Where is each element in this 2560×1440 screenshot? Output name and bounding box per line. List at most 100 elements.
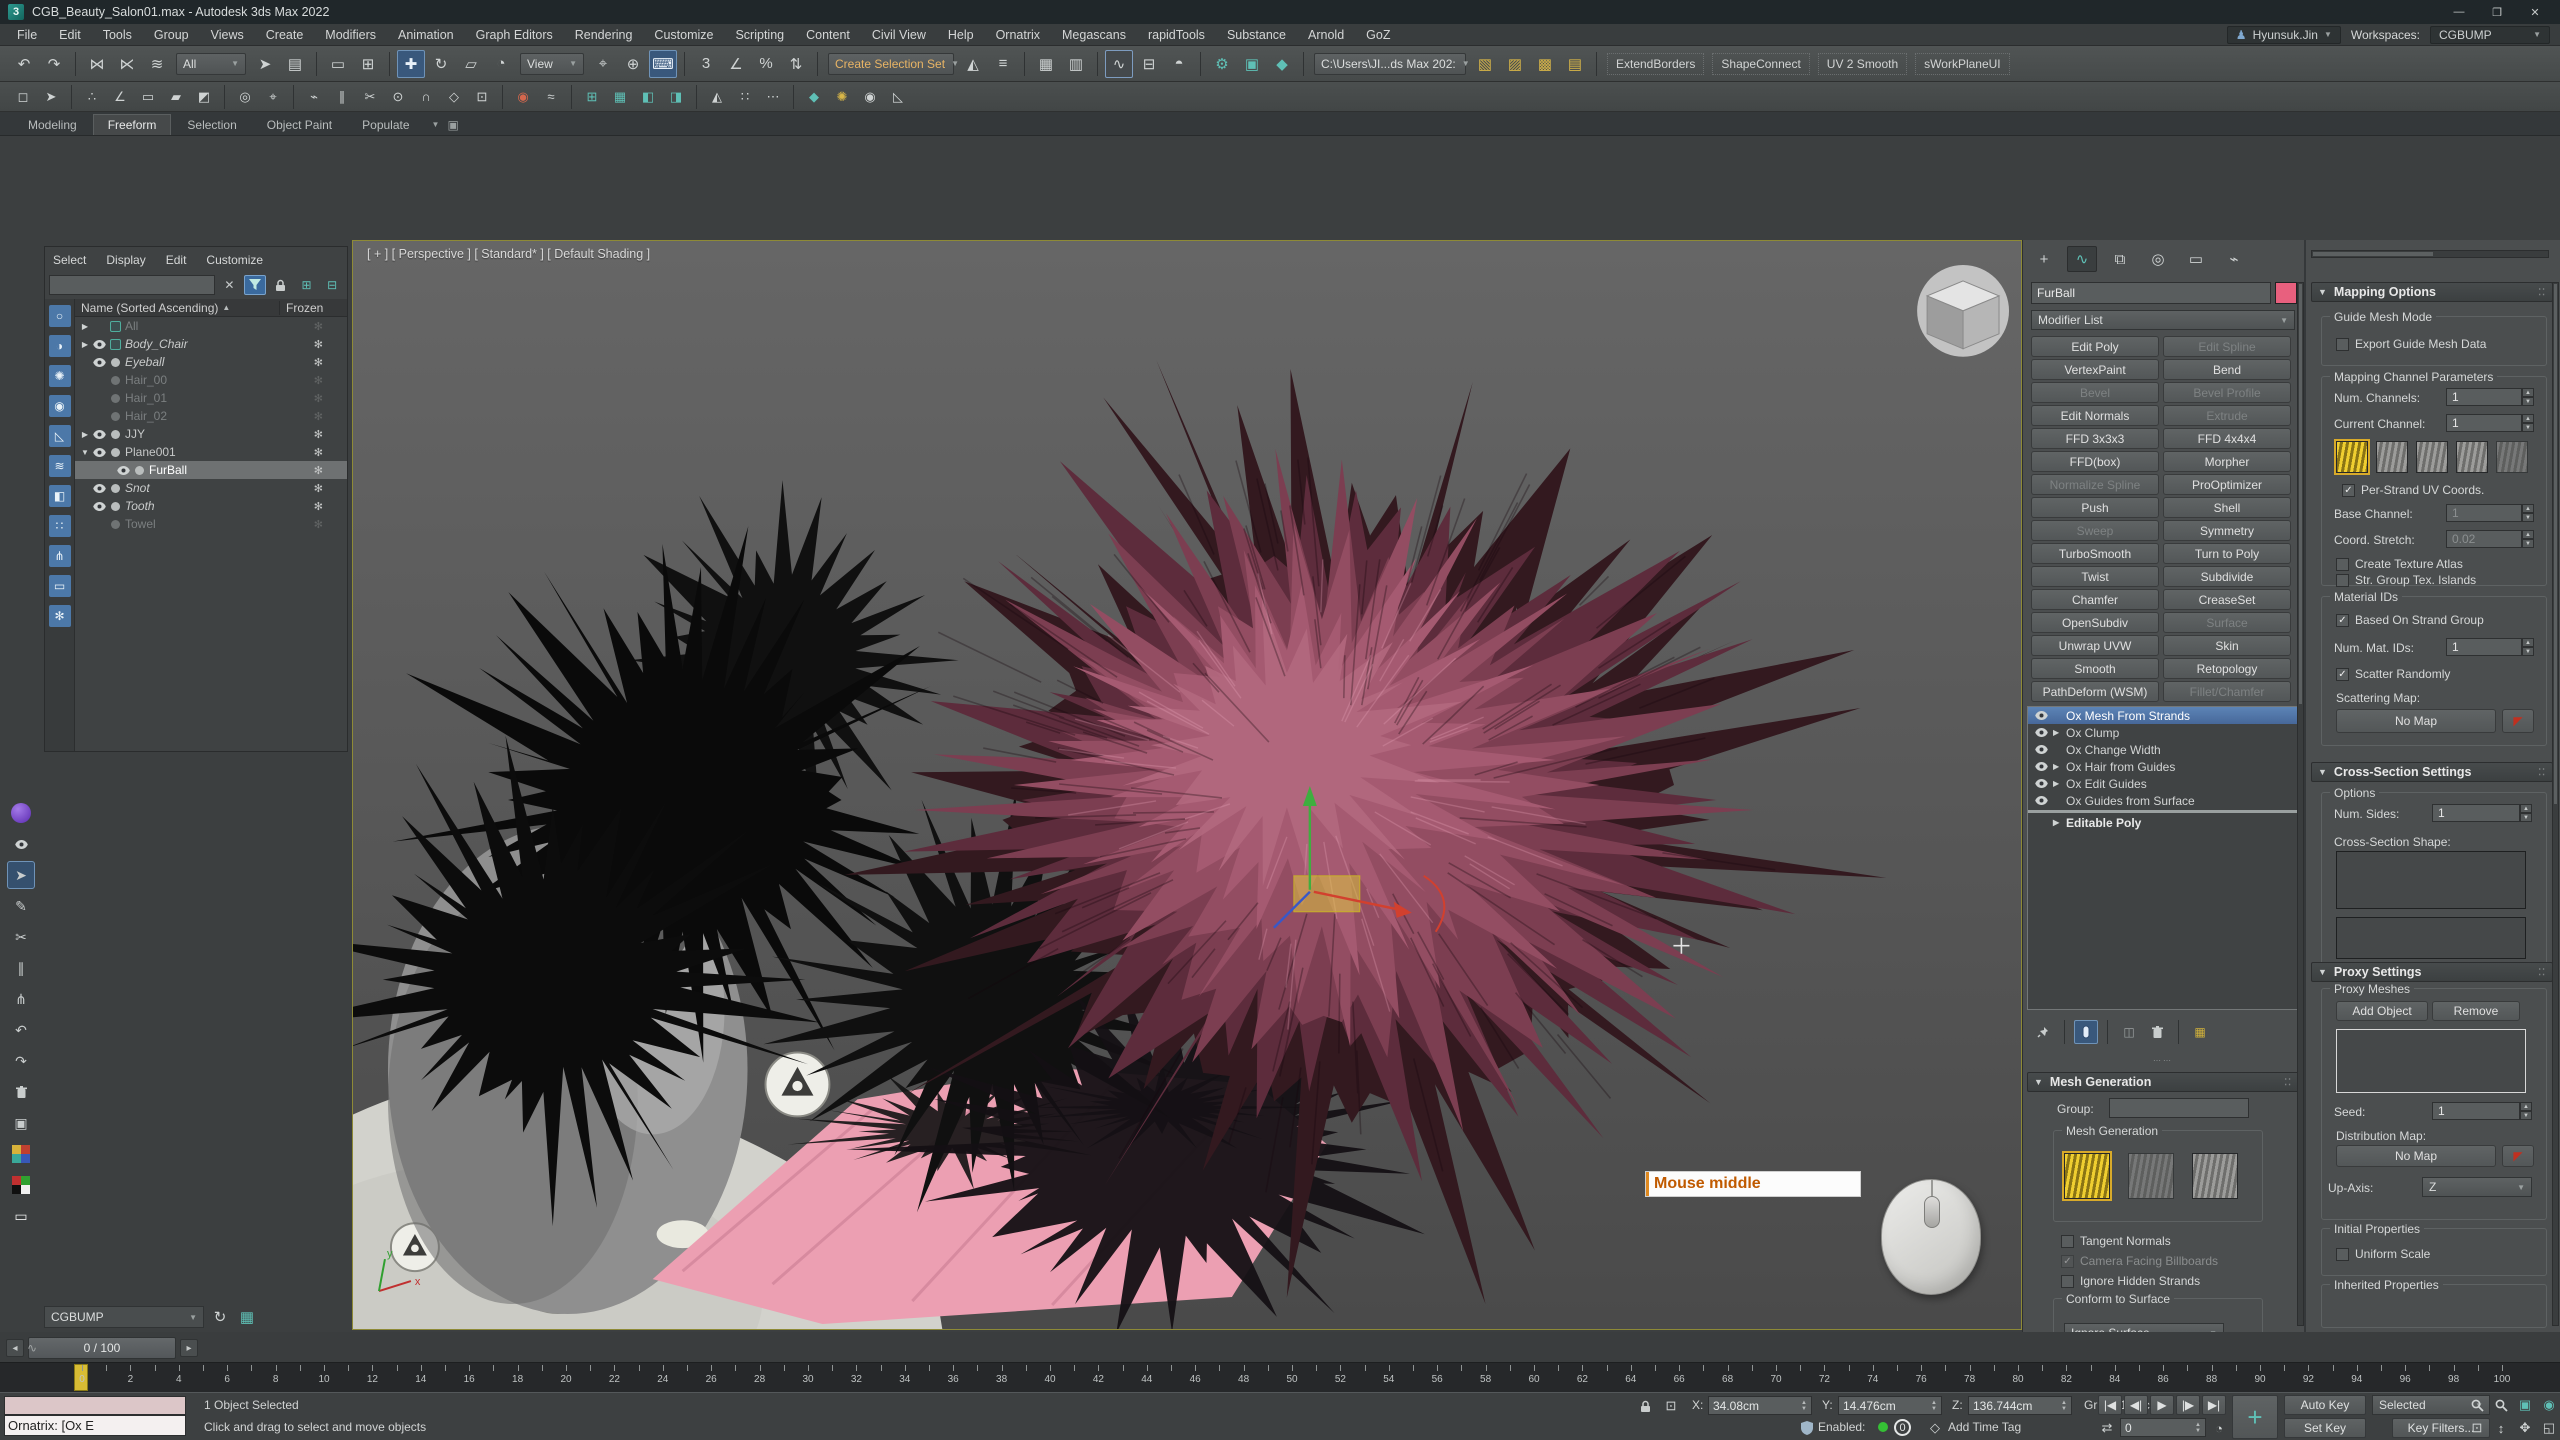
- menu-ornatrix[interactable]: Ornatrix: [985, 24, 1051, 46]
- redo-icon[interactable]: ↷: [40, 50, 68, 78]
- layer-refresh-icon[interactable]: ↻: [208, 1306, 232, 1328]
- base-channel-spinner[interactable]: 1▲▼: [2446, 504, 2534, 522]
- frozen-toggle-icon[interactable]: ✻: [314, 500, 323, 513]
- modifier-stack[interactable]: Ox Mesh From Strands▶Ox ClumpOx Change W…: [2027, 706, 2299, 1010]
- stack-eye-icon[interactable]: [2032, 711, 2050, 720]
- object-name[interactable]: Hair_01: [123, 391, 167, 405]
- copy-strip-icon[interactable]: ▣: [7, 1109, 35, 1137]
- zoom-extents-all-icon[interactable]: ◉: [2538, 1395, 2560, 1415]
- explorer-row-all[interactable]: ▶All✻: [75, 317, 347, 335]
- select-strands-cursor-icon[interactable]: ➤: [7, 861, 35, 889]
- zoom-icon[interactable]: [2466, 1395, 2488, 1415]
- mesh-type-thumbnail-1[interactable]: [2064, 1153, 2110, 1199]
- mirror-tool-icon[interactable]: ◭: [704, 85, 730, 109]
- frozen-column-header[interactable]: Frozen: [279, 301, 341, 315]
- object-name[interactable]: Body_Chair: [123, 337, 188, 351]
- stack-item-ox-mesh-from-strands[interactable]: Ox Mesh From Strands: [2028, 707, 2298, 724]
- go-to-end-button[interactable]: ▶|: [2202, 1395, 2226, 1415]
- auto-key-button[interactable]: Auto Key: [2284, 1395, 2366, 1415]
- modifier-button-subdivide[interactable]: Subdivide: [2163, 566, 2291, 587]
- rendered-frame-window-icon[interactable]: ▣: [1238, 50, 1266, 78]
- workspace-dropdown[interactable]: CGBUMP ▼: [2430, 26, 2550, 44]
- display-tab-icon[interactable]: ▭: [2181, 246, 2211, 272]
- select-and-rotate-icon[interactable]: ↻: [427, 50, 455, 78]
- object-name[interactable]: FurBall: [147, 463, 187, 477]
- maxscript-mini-listener[interactable]: Ornatrix: [Ox E: [4, 1415, 186, 1436]
- frozen-toggle-icon[interactable]: ✻: [314, 428, 323, 441]
- x-coordinate-field[interactable]: 34.08cm▲▼: [1708, 1396, 1812, 1415]
- group-name-field[interactable]: [2109, 1098, 2249, 1118]
- visibility-eye-icon[interactable]: [91, 340, 107, 349]
- utilities-tab-icon[interactable]: ⌁: [2219, 246, 2249, 272]
- filter-lights-icon[interactable]: ✺: [49, 365, 71, 387]
- mesh-type-thumbnail-2[interactable]: [2128, 1153, 2174, 1199]
- save-folder-icon[interactable]: ▩: [1531, 50, 1559, 78]
- tab-populate[interactable]: Populate: [348, 114, 423, 135]
- spinner-arrows[interactable]: ▲▼: [2520, 1102, 2532, 1120]
- object-name[interactable]: Tooth: [123, 499, 155, 513]
- visibility-eye-icon[interactable]: [91, 484, 107, 493]
- next-frame-button[interactable]: ▸: [180, 1339, 198, 1357]
- viewport-3d-scene[interactable]: CGBUMPCGBUMPxy: [353, 241, 2021, 1329]
- guides-tool-icon[interactable]: ⋔: [7, 985, 35, 1013]
- schematic-view-icon[interactable]: ⊟: [1135, 50, 1163, 78]
- create-tab-icon[interactable]: +: [2029, 246, 2059, 272]
- collapse-all-icon[interactable]: ⊟: [321, 275, 343, 295]
- hierarchy-tab-icon[interactable]: ⧉: [2105, 246, 2135, 272]
- filter-geometry-icon[interactable]: ◑: [49, 335, 71, 357]
- panel-splitter[interactable]: ⋯⋯: [2023, 1056, 2303, 1068]
- timeline-ruler[interactable]: ∿ 02468101214161820222426283032343638404…: [0, 1362, 2560, 1392]
- mesh-type-thumbnail-3[interactable]: [2192, 1153, 2238, 1199]
- macro-recorder-field[interactable]: [4, 1396, 186, 1415]
- modifier-button-edit-poly[interactable]: Edit Poly: [2031, 336, 2159, 357]
- visibility-eye-icon[interactable]: [91, 358, 107, 367]
- modifier-button-skin[interactable]: Skin: [2163, 635, 2291, 656]
- new-key-button[interactable]: +: [2232, 1395, 2278, 1439]
- modifier-button-prooptimizer[interactable]: ProOptimizer: [2163, 474, 2291, 495]
- curve-editor-icon[interactable]: ∿: [1105, 50, 1133, 78]
- chevron-down-icon[interactable]: ▼: [432, 120, 440, 129]
- unlink-selection-icon[interactable]: ⋉: [113, 50, 141, 78]
- paint-soft-selection-icon[interactable]: ◉: [510, 85, 536, 109]
- rollout-mapping-options[interactable]: ▼Mapping Options⁚⁚: [2311, 282, 2553, 302]
- expand-arrow-icon[interactable]: ▶: [79, 340, 91, 349]
- layer-grid-icon[interactable]: ▦: [235, 1306, 259, 1328]
- checkbox-camera-facing-billboards[interactable]: ✓Camera Facing Billboards: [2061, 1254, 2218, 1268]
- relax-tool-icon[interactable]: ≈: [538, 85, 564, 109]
- object-name[interactable]: JJY: [123, 427, 145, 441]
- menu-megascans[interactable]: Megascans: [1051, 24, 1137, 46]
- stack-expand-icon[interactable]: ▶: [2053, 728, 2063, 737]
- angle-snap-icon[interactable]: ∠: [722, 50, 750, 78]
- selection-lock-icon[interactable]: [1634, 1396, 1656, 1416]
- panel-b-scrollbar[interactable]: [2552, 282, 2559, 1326]
- stack-eye-icon[interactable]: [2032, 779, 2050, 788]
- object-name[interactable]: All: [123, 319, 138, 333]
- select-by-name-icon[interactable]: ▤: [281, 50, 309, 78]
- select-and-manipulate-icon[interactable]: ⊕: [619, 50, 647, 78]
- shape-connect-button[interactable]: ShapeConnect: [1712, 53, 1809, 75]
- isolate-selection-icon[interactable]: ◻: [10, 85, 36, 109]
- modifier-button-edit-normals[interactable]: Edit Normals: [2031, 405, 2159, 426]
- ribbon-panel-icon[interactable]: ▣: [447, 118, 458, 132]
- spinner-arrows[interactable]: ▲▼: [2522, 504, 2534, 522]
- visibility-eye-icon[interactable]: [91, 502, 107, 511]
- expand-arrow-icon[interactable]: ▶: [79, 430, 91, 439]
- menu-content[interactable]: Content: [795, 24, 861, 46]
- scattering-map-type-icon[interactable]: ◤: [2502, 709, 2534, 733]
- wireframe-toggle-icon[interactable]: ▦: [607, 85, 633, 109]
- panel-swatch-icon[interactable]: ▭: [7, 1202, 35, 1230]
- modifier-button-unwrap-uvw[interactable]: Unwrap UVW: [2031, 635, 2159, 656]
- project-path-dropdown[interactable]: C:\Users\JI...ds Max 202:▼: [1314, 53, 1466, 75]
- zoom-region-icon[interactable]: ⊡: [2466, 1418, 2488, 1438]
- modifier-button-morpher[interactable]: Morpher: [2163, 451, 2291, 472]
- menu-arnold[interactable]: Arnold: [1297, 24, 1355, 46]
- modifier-button-ffd-box[interactable]: FFD(box): [2031, 451, 2159, 472]
- num-channels-spinner[interactable]: 1▲▼: [2446, 388, 2534, 406]
- object-name[interactable]: Towel: [123, 517, 156, 531]
- explorer-row-towel[interactable]: Towel✻: [75, 515, 347, 533]
- light-toggle-icon[interactable]: ✺: [829, 85, 855, 109]
- frozen-toggle-icon[interactable]: ✻: [314, 338, 323, 351]
- menu-rendering[interactable]: Rendering: [564, 24, 644, 46]
- frozen-toggle-icon[interactable]: ✻: [314, 392, 323, 405]
- frozen-toggle-icon[interactable]: ✻: [314, 464, 323, 477]
